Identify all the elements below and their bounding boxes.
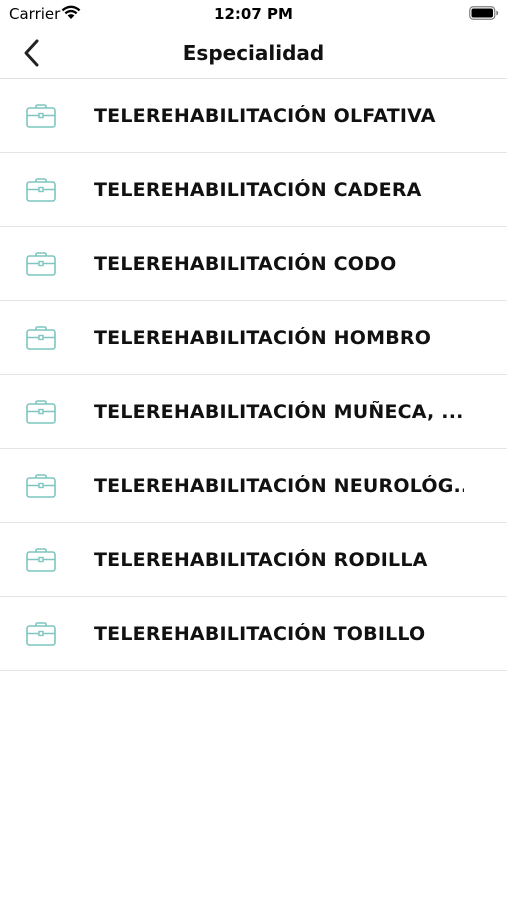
list-item-label: TELEREHABILITACIÓN MUÑECA, ... bbox=[94, 401, 464, 423]
briefcase-icon bbox=[25, 103, 57, 129]
list-item-label: TELEREHABILITACIÓN OLFATIVA bbox=[94, 105, 436, 127]
list-item[interactable]: TELEREHABILITACIÓN CODO bbox=[0, 227, 507, 301]
briefcase-icon bbox=[25, 399, 57, 425]
list-item-label: TELEREHABILITACIÓN CODO bbox=[94, 253, 397, 275]
navigation-bar: Especialidad bbox=[0, 28, 507, 79]
status-bar: Carrier 12:07 PM bbox=[0, 0, 507, 28]
briefcase-icon bbox=[25, 177, 57, 203]
briefcase-icon bbox=[25, 473, 57, 499]
list-item[interactable]: TELEREHABILITACIÓN HOMBRO bbox=[0, 301, 507, 375]
list-item[interactable]: TELEREHABILITACIÓN RODILLA bbox=[0, 523, 507, 597]
status-time: 12:07 PM bbox=[214, 5, 293, 23]
list-item-label: TELEREHABILITACIÓN HOMBRO bbox=[94, 327, 432, 349]
list-item[interactable]: TELEREHABILITACIÓN CADERA bbox=[0, 153, 507, 227]
briefcase-icon bbox=[25, 547, 57, 573]
list-item-label: TELEREHABILITACIÓN RODILLA bbox=[94, 549, 428, 571]
list-item-label: TELEREHABILITACIÓN NEUROLÓG... bbox=[94, 475, 464, 497]
briefcase-icon bbox=[25, 325, 57, 351]
list-item[interactable]: TELEREHABILITACIÓN MUÑECA, ... bbox=[0, 375, 507, 449]
battery-icon bbox=[469, 6, 499, 20]
briefcase-icon bbox=[25, 251, 57, 277]
list-item-label: TELEREHABILITACIÓN TOBILLO bbox=[94, 623, 426, 645]
list-item[interactable]: TELEREHABILITACIÓN TOBILLO bbox=[0, 597, 507, 671]
briefcase-icon bbox=[25, 621, 57, 647]
page-title: Especialidad bbox=[182, 41, 325, 65]
list-item[interactable]: TELEREHABILITACIÓN NEUROLÓG... bbox=[0, 449, 507, 523]
list-item[interactable]: TELEREHABILITACIÓN OLFATIVA bbox=[0, 79, 507, 153]
list-item-label: TELEREHABILITACIÓN CADERA bbox=[94, 179, 422, 201]
specialty-list: TELEREHABILITACIÓN OLFATIVA TELEREHABILIT… bbox=[0, 79, 507, 671]
